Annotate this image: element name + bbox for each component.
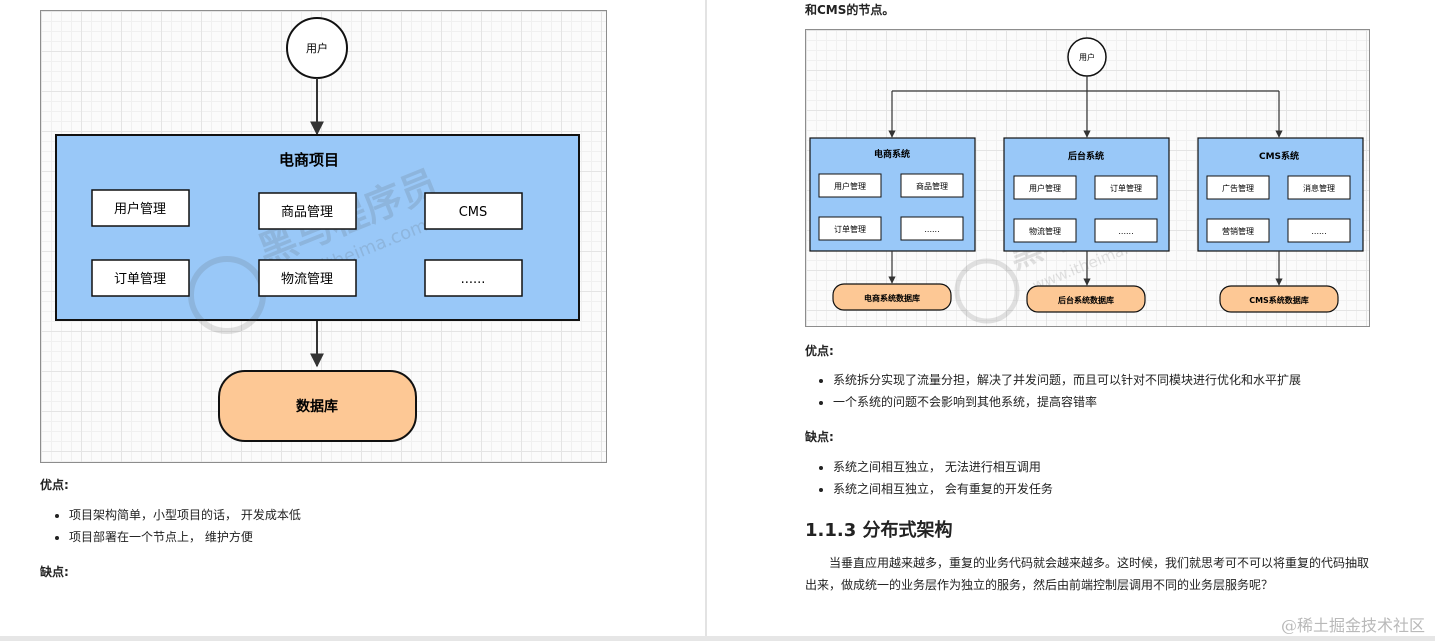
- svg-text:消息管理: 消息管理: [1303, 183, 1335, 193]
- svg-text:订单管理: 订单管理: [834, 224, 866, 234]
- list-item: 系统拆分实现了流量分担，解决了并发问题，而且可以针对不同模块进行优化和水平扩展: [833, 369, 1301, 391]
- pros-list: 项目架构简单，小型项目的话， 开发成本低 项目部署在一个节点上， 维护方便: [43, 504, 301, 548]
- db-admin: 后台系统数据库: [1026, 285, 1146, 313]
- svg-text:用户管理: 用户管理: [834, 181, 866, 191]
- svg-text:商品管理: 商品管理: [281, 205, 333, 220]
- svg-text:电商系统数据库: 电商系统数据库: [864, 293, 920, 303]
- svg-text:后台系统: 后台系统: [1068, 150, 1104, 162]
- svg-text:CMS系统数据库: CMS系统数据库: [1249, 295, 1309, 305]
- right-page: 和CMS的节点。 用户 黑马程序员 www.itheima.com: [707, 0, 1435, 641]
- monolith-diagram-svg: 用户 电商项目 黑马程序员 www.itheima.com 用户管理 商品管理: [55, 17, 580, 442]
- project-title: 电商项目: [279, 151, 339, 169]
- svg-text:订单管理: 订单管理: [114, 272, 166, 287]
- system-ecommerce: 电商系统 用户管理 商品管理 订单管理 ......: [809, 137, 976, 252]
- module-product-mgmt: 商品管理: [258, 192, 357, 230]
- intro-text-tail: 和CMS的节点。: [805, 3, 895, 17]
- module-user-mgmt: 用户管理: [91, 189, 190, 227]
- svg-text:......: ......: [1311, 227, 1326, 236]
- svg-text:订单管理: 订单管理: [1110, 183, 1142, 193]
- svg-text:用户: 用户: [306, 41, 328, 55]
- system-cms: CMS系统 广告管理 消息管理 营销管理 ......: [1197, 137, 1364, 252]
- list-item: 系统之间相互独立， 无法进行相互调用: [833, 456, 1053, 478]
- section-paragraph: 当垂直应用越来越多，重复的业务代码就会越来越多。这时候，我们就思考可不可以将重复…: [805, 556, 1370, 592]
- vertical-architecture-diagram: 用户 黑马程序员 www.itheima.com 电商系统 用户管理 商品管理: [805, 29, 1370, 327]
- module-logistics-mgmt: 物流管理: [258, 259, 357, 297]
- user-node: 用户: [1067, 37, 1107, 77]
- cons-label: 缺点:: [805, 430, 834, 444]
- svg-text:用户管理: 用户管理: [1029, 183, 1061, 193]
- module-order-mgmt: 订单管理: [91, 259, 190, 297]
- svg-text:商品管理: 商品管理: [916, 181, 948, 191]
- user-node: 用户: [286, 17, 348, 79]
- left-page: 用户 电商项目 黑马程序员 www.itheima.com 用户管理 商品管理: [0, 0, 706, 641]
- svg-text:数据库: 数据库: [296, 398, 338, 415]
- svg-text:电商系统: 电商系统: [874, 148, 910, 160]
- svg-text:物流管理: 物流管理: [1029, 226, 1061, 236]
- pros-list: 系统拆分实现了流量分担，解决了并发问题，而且可以针对不同模块进行优化和水平扩展 …: [807, 369, 1301, 413]
- svg-text:营销管理: 营销管理: [1222, 226, 1254, 236]
- footer-watermark: @稀土掘金技术社区: [1280, 616, 1425, 635]
- svg-text:用户: 用户: [1079, 52, 1095, 62]
- list-item: 一个系统的问题不会影响到其他系统，提高容错率: [833, 391, 1301, 413]
- list-item: 系统之间相互独立， 会有重复的开发任务: [833, 478, 1053, 500]
- db-cms: CMS系统数据库: [1219, 285, 1339, 313]
- module-cms: CMS: [424, 192, 523, 230]
- bottom-scroll-bar: [0, 636, 1435, 641]
- section-title: 1.1.3 分布式架构: [805, 520, 953, 541]
- system-admin: 后台系统 用户管理 订单管理 物流管理 ......: [1003, 137, 1170, 252]
- cons-list: 系统之间相互独立， 无法进行相互调用 系统之间相互独立， 会有重复的开发任务: [807, 456, 1053, 500]
- cons-label: 缺点:: [40, 565, 69, 579]
- module-more: ......: [424, 259, 523, 297]
- list-item: 项目架构简单，小型项目的话， 开发成本低: [69, 504, 301, 526]
- vertical-diagram-svg: 用户 黑马程序员 www.itheima.com 电商系统 用户管理 商品管理: [809, 37, 1364, 324]
- svg-text:CMS: CMS: [459, 205, 488, 220]
- list-item: 项目部署在一个节点上， 维护方便: [69, 526, 301, 548]
- svg-text:......: ......: [1118, 227, 1133, 236]
- svg-text:......: ......: [924, 225, 939, 234]
- db-ecommerce: 电商系统数据库: [832, 283, 952, 311]
- svg-text:广告管理: 广告管理: [1222, 183, 1254, 193]
- pros-label: 优点:: [40, 478, 69, 492]
- monolith-diagram: 用户 电商项目 黑马程序员 www.itheima.com 用户管理 商品管理: [40, 10, 607, 463]
- svg-text:......: ......: [461, 272, 486, 287]
- svg-text:用户管理: 用户管理: [114, 201, 166, 217]
- pros-label: 优点:: [805, 344, 834, 358]
- svg-text:后台系统数据库: 后台系统数据库: [1058, 295, 1114, 305]
- svg-text:物流管理: 物流管理: [281, 272, 333, 287]
- database-node: 数据库: [218, 370, 417, 442]
- svg-text:CMS系统: CMS系统: [1259, 150, 1299, 162]
